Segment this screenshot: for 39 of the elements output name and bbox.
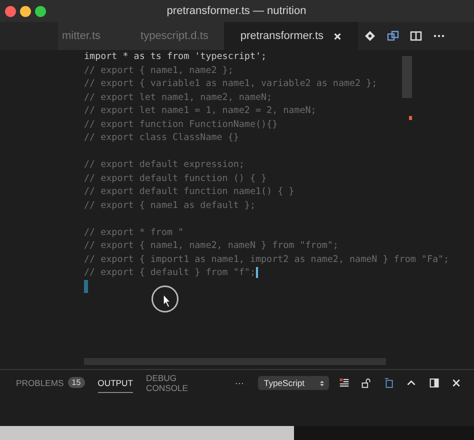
code-comment: // export { import1 as name1, import2 as name2, nameN } from "Fa"; [84, 252, 450, 266]
code-line: import * as ts from 'typescript'; [84, 50, 267, 64]
code-comment: // export let name1, name2, nameN; [84, 90, 272, 104]
code-comment: // export { name1 as default }; [84, 198, 256, 212]
code-comment: // export { variable1 as name1, variable2 as name2 }; [84, 77, 378, 90]
count-badge: 15 [68, 377, 85, 388]
close-icon[interactable] [451, 377, 462, 389]
more-button[interactable]: ··· [234, 378, 244, 388]
code-comment: // export { name1, name2, nameN } from "from"; [84, 239, 338, 252]
zoom-window-icon[interactable] [35, 6, 46, 16]
panel-tab[interactable]: DEBUG CONSOLE [146, 374, 212, 392]
close-window-icon[interactable] [5, 6, 16, 16]
editor-tab[interactable]: pretransformer.ts [224, 22, 358, 50]
code-comment: // export default function name1() { } [84, 185, 294, 198]
window-title: pretransformer.ts — nutrition [166, 5, 308, 17]
code-comment: // export * from " [84, 226, 184, 239]
code-comment: // export let name1 = 1, name2 = 2, nameN; [84, 104, 316, 118]
mouse-pointer-icon [150, 284, 180, 314]
output-channel-dropdown[interactable]: TypeScript [258, 376, 329, 390]
code-comment: // export default function () { } [84, 172, 267, 185]
close-icon[interactable] [332, 32, 342, 40]
code-comment: // export { name1, name2 }; [84, 64, 234, 77]
code-comment: // export class ClassName {} [84, 131, 239, 144]
split-editor-icon[interactable] [410, 30, 422, 42]
diamond-icon[interactable] [364, 30, 376, 42]
code-comment: // export { default } from "f"; [84, 266, 256, 280]
lock-icon[interactable] [361, 377, 372, 389]
code-comment: // export function FunctionName(){} [84, 118, 278, 131]
updown-arrow-icon [320, 380, 324, 386]
panel-tab[interactable]: PROBLEMS 15 [16, 374, 85, 392]
overview-marker [409, 116, 412, 120]
compare-icon[interactable] [386, 30, 399, 42]
file-icon[interactable] [384, 377, 394, 389]
code-comment: // export default expression; [84, 158, 244, 172]
panel-tab[interactable]: OUTPUT [98, 374, 133, 392]
panel-layout-icon[interactable] [428, 377, 440, 389]
scrollbar[interactable] [402, 56, 412, 98]
clear-output-icon[interactable] [338, 377, 350, 389]
minimize-window-icon[interactable] [20, 6, 31, 16]
